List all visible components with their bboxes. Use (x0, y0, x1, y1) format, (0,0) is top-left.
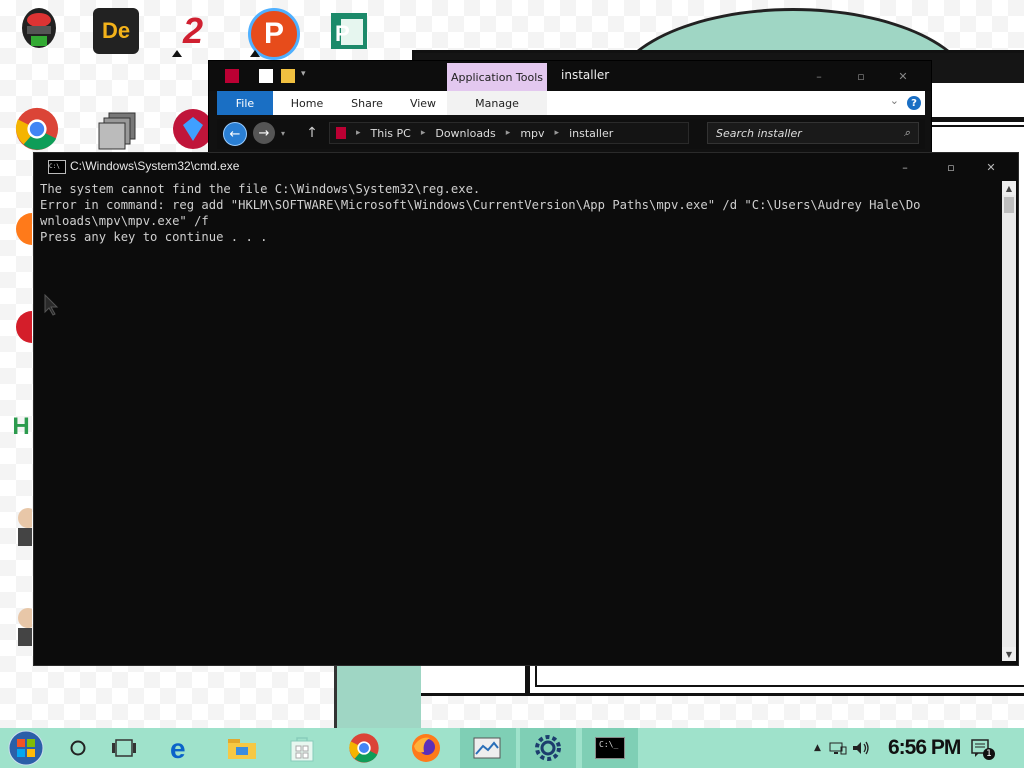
picture-app-taskbar-button[interactable] (460, 728, 516, 768)
tab-view[interactable]: View (397, 91, 449, 115)
store-bag-icon (290, 737, 314, 762)
cmd-app-icon: C:\ (48, 160, 66, 174)
console-line: wnloads\mpv\mpv.exe" /f (40, 214, 209, 228)
portrait-partial-icon[interactable] (10, 500, 32, 546)
cortana-circle-icon (70, 740, 86, 756)
helmet-app-icon[interactable] (16, 6, 62, 52)
file-explorer-window[interactable]: ▾ Application Tools installer – ▫ ✕ File… (208, 60, 932, 156)
scroll-up-icon[interactable]: ▲ (1002, 181, 1016, 195)
tab-home[interactable]: Home (279, 91, 335, 115)
notification-count-badge: 1 (983, 748, 995, 760)
breadcrumb-installer[interactable]: installer (569, 127, 613, 140)
red-app-partial-icon[interactable] (8, 304, 32, 350)
publisher-icon[interactable]: P (326, 8, 372, 54)
firefox-partial-icon[interactable] (8, 206, 32, 252)
edge-taskbar-button[interactable]: e (156, 728, 208, 768)
explorer-app-icon (225, 69, 239, 83)
cmd-window[interactable]: C:\ C:\Windows\System32\cmd.exe – ▫ ✕ Th… (33, 152, 1019, 666)
cmd-title-bar[interactable]: C:\ C:\Windows\System32\cmd.exe – ▫ ✕ (34, 153, 1018, 181)
folder-icon (228, 739, 256, 759)
console-line: Press any key to continue . . . (40, 230, 268, 244)
start-button[interactable] (0, 728, 52, 768)
cmd-close-button[interactable]: ✕ (972, 157, 1010, 177)
explorer-address-bar: ← → ▾ ↑ ▸ This PC ▸ Downloads ▸ mpv ▸ in… (217, 119, 925, 149)
breadcrumb-downloads[interactable]: Downloads (435, 127, 495, 140)
explorer-close-button[interactable]: ✕ (885, 67, 921, 85)
cmd-taskbar-button[interactable]: C:\_ (582, 728, 638, 768)
recent-locations-chevron-icon[interactable]: ▾ (277, 122, 289, 144)
task-view-icon (112, 739, 136, 757)
explorer-ribbon: File Home Share View Manage ⌄ ? (217, 91, 925, 115)
wallpaper-shape-bottom (334, 660, 421, 730)
store-taskbar-button[interactable] (276, 728, 328, 768)
search-icon[interactable]: ⌕ (904, 126, 910, 140)
forward-arrow-icon[interactable]: → (253, 122, 275, 144)
back-arrow-icon[interactable]: ← (223, 122, 247, 146)
explorer-maximize-button[interactable]: ▫ (843, 67, 879, 85)
chrome-icon[interactable] (14, 106, 60, 152)
cmd-maximize-button[interactable]: ▫ (932, 157, 970, 177)
network-icon[interactable] (829, 740, 847, 756)
edge-icon: e (170, 733, 186, 763)
application-tools-label: Application Tools (447, 63, 547, 91)
tab-manage[interactable]: Manage (453, 91, 541, 115)
h-app-partial-icon[interactable]: H (10, 404, 32, 450)
portrait-partial-icon-2[interactable] (10, 600, 32, 646)
taskbar: e C:\_ ▲ 6:56 PM (0, 728, 1024, 768)
svg-text:e: e (170, 733, 186, 763)
chevron-down-icon[interactable]: ▾ (301, 69, 315, 83)
console-line: Error in command: reg add "HKLM\SOFTWARE… (40, 198, 921, 212)
chrome-icon (349, 733, 379, 763)
picture-viewer-icon (473, 737, 501, 759)
two-app-icon[interactable]: 2 (170, 8, 216, 54)
file-explorer-taskbar-button[interactable] (216, 728, 268, 768)
system-tray: ▲ (814, 728, 871, 768)
stack-windows-icon[interactable] (94, 108, 140, 154)
volume-icon[interactable] (851, 740, 871, 756)
firefox-icon (412, 734, 440, 762)
up-arrow-icon[interactable]: ↑ (301, 122, 323, 144)
console-output[interactable]: The system cannot find the file C:\Windo… (40, 181, 1002, 659)
explorer-title: installer (561, 68, 610, 82)
address-field[interactable]: ▸ This PC ▸ Downloads ▸ mpv ▸ installer (329, 122, 689, 144)
mouse-cursor-icon (44, 294, 59, 316)
firefox-taskbar-button[interactable] (400, 728, 452, 768)
help-icon[interactable]: ? (907, 96, 921, 110)
taskbar-clock[interactable]: 6:56 PM (888, 736, 961, 760)
chrome-taskbar-button[interactable] (338, 728, 390, 768)
explorer-minimize-button[interactable]: – (801, 67, 837, 85)
gear-icon (535, 735, 561, 761)
gear-app-taskbar-button[interactable] (520, 728, 576, 768)
show-hidden-icons-chevron-icon[interactable]: ▲ (814, 743, 821, 753)
location-icon (336, 127, 346, 139)
search-input[interactable]: Search installer ⌕ (707, 122, 919, 144)
cmd-title: C:\Windows\System32\cmd.exe (70, 159, 240, 173)
windows-logo-icon (8, 730, 44, 766)
cmd-minimize-button[interactable]: – (886, 157, 924, 177)
console-line: The system cannot find the file C:\Windo… (40, 182, 481, 196)
new-folder-icon[interactable] (281, 69, 295, 83)
breadcrumb-mpv[interactable]: mpv (520, 127, 544, 140)
terminal-icon: C:\_ (595, 737, 625, 759)
cortana-search-button[interactable] (56, 728, 100, 768)
tab-file[interactable]: File (217, 91, 273, 115)
breadcrumb-this-pc[interactable]: This PC (371, 127, 411, 140)
tab-share[interactable]: Share (339, 91, 395, 115)
chevron-down-icon[interactable]: ⌄ (890, 94, 899, 107)
task-view-button[interactable] (100, 728, 148, 768)
properties-icon[interactable] (259, 69, 273, 83)
svg-text:P: P (335, 21, 350, 46)
cmd-scrollbar[interactable]: ▲ ▼ (1002, 181, 1016, 661)
explorer-title-bar[interactable]: ▾ Application Tools installer – ▫ ✕ (209, 61, 931, 91)
scroll-thumb[interactable] (1004, 197, 1014, 213)
de-app-icon[interactable]: De (93, 8, 139, 54)
scroll-down-icon[interactable]: ▼ (1002, 647, 1016, 661)
